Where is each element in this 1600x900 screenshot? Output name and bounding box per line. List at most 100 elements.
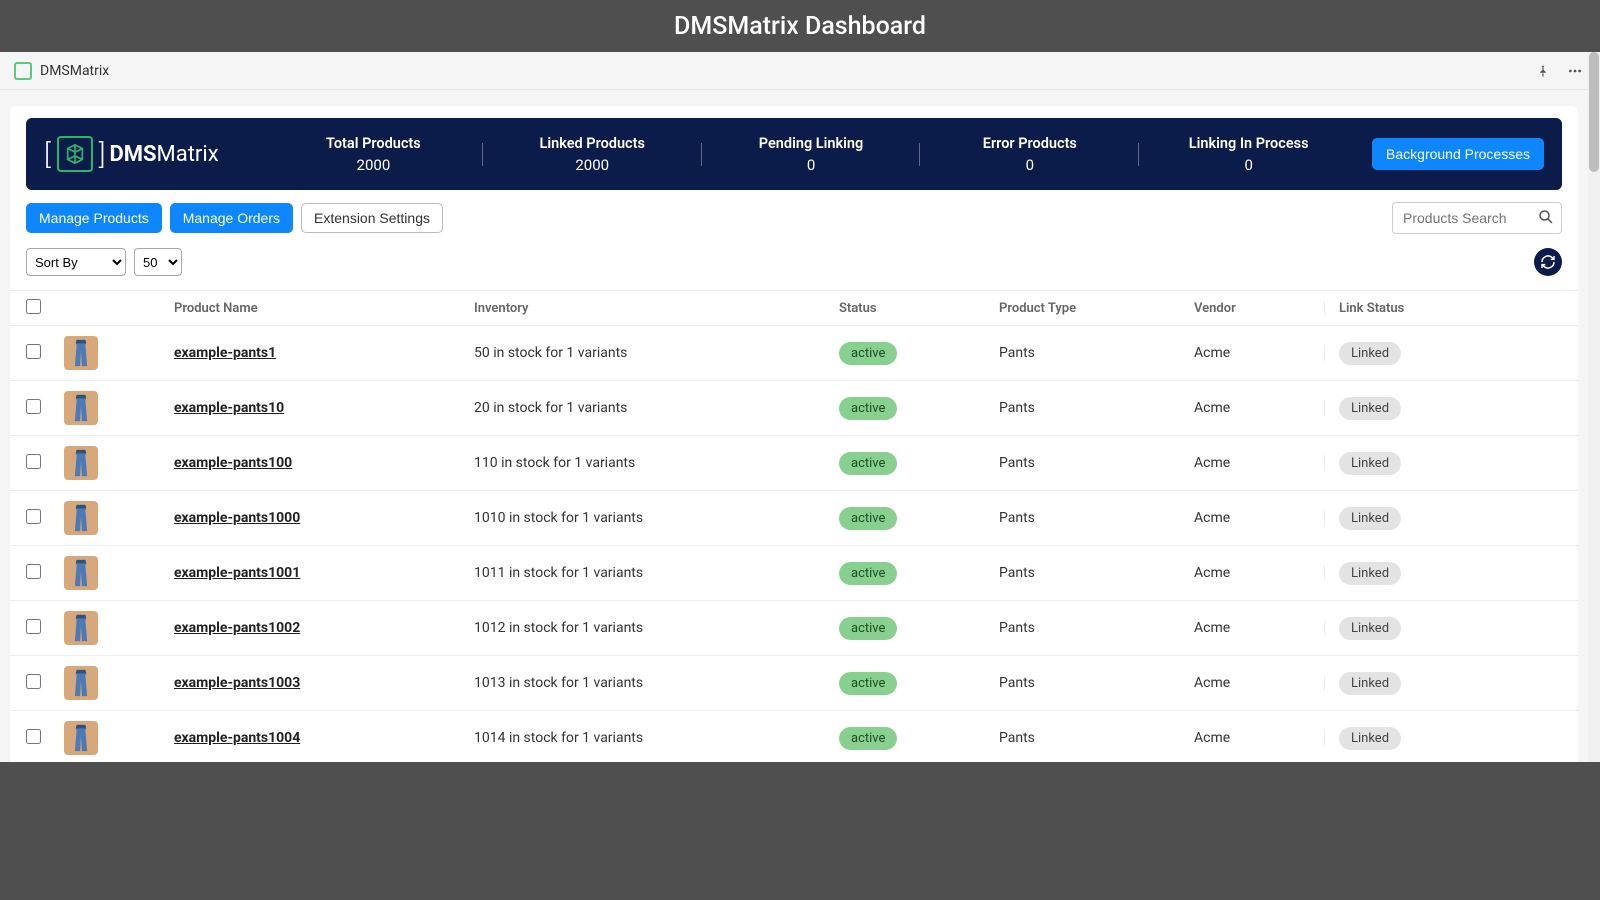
stat-4: Linking In Process 0 <box>1139 135 1358 174</box>
col-status: Status <box>839 301 877 316</box>
inventory-text: 110 in stock for 1 variants <box>474 455 635 471</box>
col-product-name: Product Name <box>174 301 258 316</box>
background-processes-button[interactable]: Background Processes <box>1372 138 1544 170</box>
status-badge: active <box>839 562 897 585</box>
stats-banner: [ ] DMSMatrix Total Products2000Linked P… <box>26 118 1562 190</box>
inventory-text: 1010 in stock for 1 variants <box>474 510 643 526</box>
stat-value: 0 <box>920 156 1139 174</box>
product-thumb <box>64 721 98 755</box>
table-row: example-pants1002 1012 in stock for 1 var… <box>10 601 1578 656</box>
status-badge: active <box>839 342 897 365</box>
product-name-link[interactable]: example-pants1000 <box>174 510 300 526</box>
product-thumb <box>64 391 98 425</box>
app-name: DMSMatrix <box>40 63 109 79</box>
action-bar: Manage Products Manage Orders Extension … <box>26 202 1562 234</box>
app-logo-icon <box>14 62 32 80</box>
product-name-link[interactable]: example-pants100 <box>174 455 292 471</box>
table-row: example-pants1000 1010 in stock for 1 var… <box>10 491 1578 546</box>
refresh-button[interactable] <box>1534 248 1562 276</box>
product-name-link[interactable]: example-pants1004 <box>174 730 300 746</box>
stat-value: 0 <box>702 156 921 174</box>
product-name-link[interactable]: example-pants1 <box>174 345 276 361</box>
pin-icon[interactable] <box>1532 60 1554 82</box>
product-thumb <box>64 446 98 480</box>
inventory-text: 1011 in stock for 1 variants <box>474 565 643 581</box>
search-icon[interactable] <box>1537 208 1555 230</box>
product-type-text: Pants <box>999 510 1035 526</box>
row-checkbox[interactable] <box>26 564 41 579</box>
link-status-badge: Linked <box>1339 342 1401 365</box>
stat-label: Error Products <box>920 135 1139 152</box>
table-row: example-pants10031013 in stock for 1 var… <box>10 656 1578 711</box>
stat-value: 0 <box>1139 156 1358 174</box>
manage-orders-button[interactable]: Manage Orders <box>170 203 293 233</box>
link-status-badge: Linked <box>1339 672 1401 695</box>
sort-by-select[interactable]: Sort By <box>26 248 126 276</box>
product-thumb <box>64 336 98 370</box>
title-bar: DMSMatrix Dashboard <box>0 0 1600 52</box>
vendor-text: Acme <box>1194 730 1230 746</box>
table-row: example-pants1001 1011 in stock for 1 var… <box>10 546 1578 601</box>
status-badge: active <box>839 507 897 530</box>
product-thumb <box>64 666 98 700</box>
row-checkbox[interactable] <box>26 674 41 689</box>
product-name-link[interactable]: example-pants1003 <box>174 675 300 691</box>
product-type-text: Pants <box>999 675 1035 691</box>
product-type-text: Pants <box>999 620 1035 636</box>
status-badge: active <box>839 452 897 475</box>
page-size-select[interactable]: 50 <box>134 248 182 276</box>
row-checkbox[interactable] <box>26 454 41 469</box>
inventory-text: 1012 in stock for 1 variants <box>474 620 643 636</box>
vertical-scrollbar[interactable] <box>1588 52 1600 762</box>
vendor-text: Acme <box>1194 400 1230 416</box>
product-type-text: Pants <box>999 345 1035 361</box>
row-checkbox[interactable] <box>26 509 41 524</box>
stat-label: Total Products <box>264 135 483 152</box>
brand-block: [ ] DMSMatrix <box>44 136 264 172</box>
row-checkbox[interactable] <box>26 729 41 744</box>
stat-label: Linked Products <box>483 135 702 152</box>
search-wrap <box>1392 202 1562 234</box>
status-badge: active <box>839 727 897 750</box>
stat-label: Linking In Process <box>1139 135 1358 152</box>
brand-prefix: DMS <box>109 142 156 167</box>
scrollbar-thumb[interactable] <box>1589 52 1599 172</box>
product-thumb <box>64 556 98 590</box>
row-checkbox[interactable] <box>26 344 41 359</box>
product-type-text: Pants <box>999 565 1035 581</box>
more-icon[interactable] <box>1564 60 1586 82</box>
col-product-type: Product Type <box>999 301 1076 316</box>
status-badge: active <box>839 397 897 420</box>
stat-3: Error Products 0 <box>920 135 1139 174</box>
stat-2: Pending Linking 0 <box>702 135 921 174</box>
row-checkbox[interactable] <box>26 619 41 634</box>
outer-frame-bottom <box>0 762 1600 900</box>
status-badge: active <box>839 617 897 640</box>
inventory-text: 50 in stock for 1 variants <box>474 345 627 361</box>
link-status-badge: Linked <box>1339 727 1401 750</box>
product-type-text: Pants <box>999 730 1035 746</box>
select-all-checkbox[interactable] <box>26 299 41 314</box>
product-name-link[interactable]: example-pants1001 <box>174 565 300 581</box>
link-status-badge: Linked <box>1339 562 1401 585</box>
manage-products-button[interactable]: Manage Products <box>26 203 162 233</box>
sort-row: Sort By 50 <box>26 248 1562 276</box>
vendor-text: Acme <box>1194 455 1230 471</box>
dashboard-card: [ ] DMSMatrix Total Products2000Linked P… <box>10 106 1578 762</box>
product-name-link[interactable]: example-pants1002 <box>174 620 300 636</box>
product-name-link[interactable]: example-pants10 <box>174 400 284 416</box>
vendor-text: Acme <box>1194 675 1230 691</box>
stat-value: 2000 <box>264 156 483 174</box>
link-status-badge: Linked <box>1339 452 1401 475</box>
stat-1: Linked Products 2000 <box>483 135 702 174</box>
products-table: Product Name Inventory Status Product Ty… <box>10 290 1578 762</box>
table-header: Product Name Inventory Status Product Ty… <box>10 290 1578 326</box>
stat-value: 2000 <box>483 156 702 174</box>
extension-settings-button[interactable]: Extension Settings <box>301 203 443 233</box>
table-row: example-pants100 110 in stock for 1 varia… <box>10 436 1578 491</box>
vendor-text: Acme <box>1194 620 1230 636</box>
stat-label: Pending Linking <box>702 135 921 152</box>
row-checkbox[interactable] <box>26 399 41 414</box>
col-inventory: Inventory <box>474 301 529 316</box>
product-type-text: Pants <box>999 400 1035 416</box>
